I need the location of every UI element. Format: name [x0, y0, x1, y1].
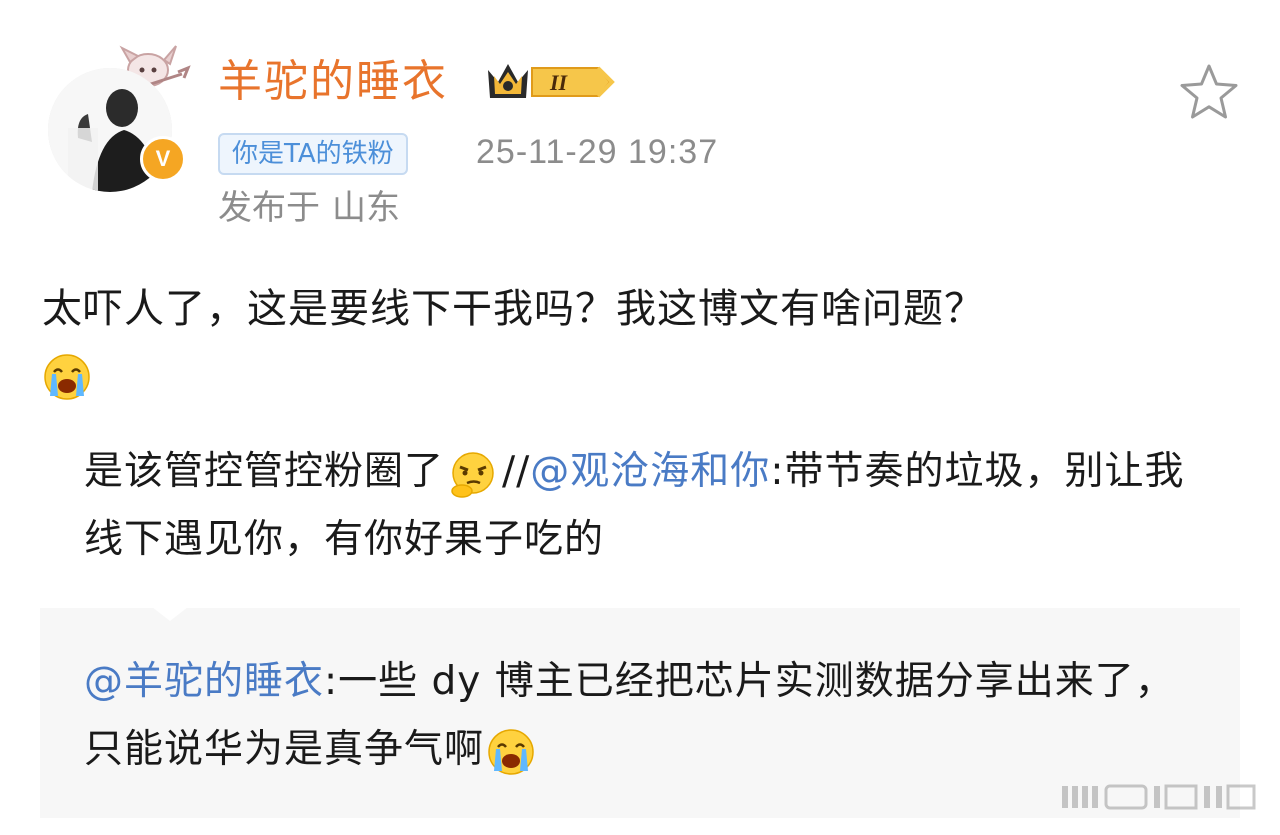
repost-chain: 是该管控管控粉圈了 //@观沧海和你:带节奏的垃圾，别让我线下遇见你，有你好果子… [84, 438, 1204, 574]
post-body-text: 太吓人了，这是要线下干我吗？我这博文有啥问题？ [42, 286, 985, 332]
post-body: 太吓人了，这是要线下干我吗？我这博文有啥问题？ [42, 276, 1242, 408]
crying-emoji-icon [486, 727, 536, 777]
quoted-mention-link[interactable]: @羊驼的睡衣 [84, 659, 324, 704]
author-name[interactable]: 羊驼的睡衣 [218, 52, 448, 112]
post-timestamp: 25-11-29 19:37 [476, 133, 719, 171]
repost-text: 是该管控管控粉圈了 [84, 449, 445, 494]
quoted-post-body: @羊驼的睡衣:一些 dy 博主已经把芯片实测数据分享出来了，只能说华为是真争气啊 [84, 648, 1204, 784]
crying-emoji-icon [42, 352, 92, 402]
post-location: 发布于 山东 [218, 186, 400, 230]
avatar-block[interactable]: V [44, 44, 194, 194]
fan-tag-badge[interactable]: 你是TA的铁粉 [218, 133, 408, 175]
verified-badge-icon: V [140, 136, 186, 182]
quoted-notch [152, 607, 188, 621]
vip-level-label: II [549, 70, 569, 95]
location-name: 山东 [332, 188, 400, 228]
repost-mention-link[interactable]: @观沧海和你 [530, 449, 770, 494]
repost-separator: // [502, 449, 531, 494]
watermark-logo-icon [1062, 784, 1256, 810]
favorite-star-icon[interactable] [1178, 62, 1240, 122]
location-label: 发布于 [218, 188, 320, 228]
vip-crown-icon[interactable]: II [486, 58, 618, 106]
thinking-emoji-icon [448, 449, 498, 499]
